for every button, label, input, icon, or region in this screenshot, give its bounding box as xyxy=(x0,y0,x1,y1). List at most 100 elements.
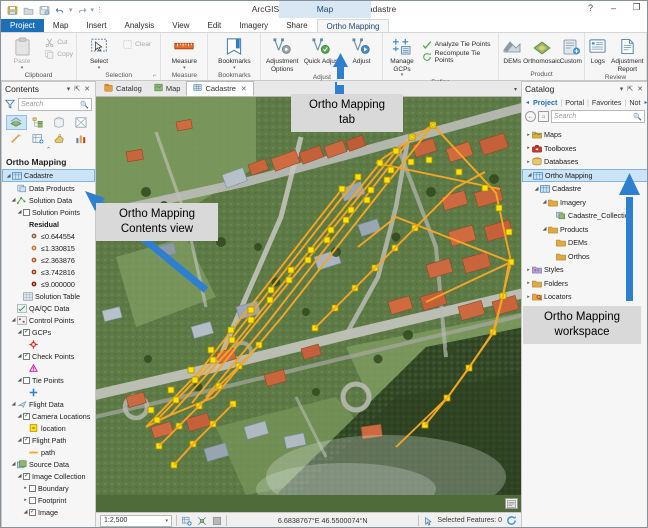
contents-node-gcps[interactable]: ◢ ✓ GCPs xyxy=(2,326,95,338)
catalog-node-dems[interactable]: DEMs xyxy=(522,236,647,250)
contents-node-3-742816[interactable]: ≤3.742816 xyxy=(2,266,95,278)
contents-node-solution-table[interactable]: Solution Table xyxy=(2,290,95,302)
contents-pane-pin-icon[interactable]: ⇱ xyxy=(72,85,82,93)
expand-arrow-icon[interactable]: ▸ xyxy=(22,485,29,491)
catalog-node-maps[interactable]: ▸ Maps xyxy=(522,128,647,142)
map-scale-selector[interactable]: 1:2,500 ▾ xyxy=(100,514,172,527)
manage-gcps-button[interactable]: Manage GCPs ▾ xyxy=(384,35,419,78)
view-tab-catalog[interactable]: Catalog xyxy=(98,81,148,96)
filter-icon[interactable] xyxy=(4,99,16,111)
contents-node-symbol[interactable] xyxy=(2,362,95,374)
copy-button[interactable]: Copy xyxy=(44,49,73,60)
adjust-button[interactable]: Adjust xyxy=(342,35,382,66)
restore-button[interactable]: ❐ xyxy=(630,2,643,13)
undo-icon[interactable] xyxy=(53,3,67,17)
expand-arrow-icon[interactable]: ◢ xyxy=(541,226,548,232)
search-icon[interactable]: 🔍 xyxy=(633,113,642,121)
dems-button[interactable]: DEMs xyxy=(500,35,525,66)
contents-node-image[interactable]: ◢ ✓ Image xyxy=(2,506,95,518)
map-canvas[interactable] xyxy=(96,97,521,512)
quick-adjust-button[interactable]: Quick Adjust xyxy=(302,35,342,66)
chevron-down-icon[interactable]: ▾ xyxy=(165,518,168,524)
list-by-data-source-icon[interactable] xyxy=(28,115,49,130)
catalog-node-folders[interactable]: ▸ Folders xyxy=(522,277,647,291)
save-project-icon[interactable] xyxy=(5,3,19,17)
catalog-tabs-scroll-right-icon[interactable]: ▸ xyxy=(644,99,647,106)
ribbon-tab-share[interactable]: Share xyxy=(277,19,316,32)
contents-toolbar-collapse-icon[interactable]: ⌃ xyxy=(2,147,95,155)
expand-arrow-icon[interactable]: ◢ xyxy=(10,317,17,323)
expand-arrow-icon[interactable]: ▸ xyxy=(525,267,532,273)
contents-node-camera-locations[interactable]: ◢ ✓ Camera Locations xyxy=(2,410,95,422)
contents-node-flight-data[interactable]: ◢ Flight Data xyxy=(2,398,95,410)
catalog-node-cadastre[interactable]: ◢ Cadastre xyxy=(522,182,647,196)
help-button[interactable]: ? xyxy=(584,3,597,13)
layer-visibility-checkbox[interactable]: ✓ xyxy=(23,412,30,420)
expand-arrow-icon[interactable]: ◢ xyxy=(526,172,533,178)
add-scale-icon[interactable] xyxy=(181,515,192,526)
layer-visibility-checkbox[interactable]: ✓ xyxy=(23,352,30,360)
list-by-diagram-icon[interactable] xyxy=(49,131,70,146)
expand-arrow-icon[interactable]: ▸ xyxy=(525,280,532,286)
ribbon-tab-edit[interactable]: Edit xyxy=(198,19,230,32)
list-by-editing-icon[interactable] xyxy=(71,115,92,130)
expand-arrow-icon[interactable]: ◢ xyxy=(16,437,23,443)
ribbon-tab-map[interactable]: Map xyxy=(44,19,78,32)
contents-node-0-644554[interactable]: ≤0.644554 xyxy=(2,230,95,242)
save-as-icon[interactable] xyxy=(37,3,51,17)
orthomosaic-button[interactable]: Orthomosaic xyxy=(523,35,560,66)
layer-visibility-checkbox[interactable] xyxy=(23,376,30,384)
redo-dropdown-icon[interactable]: ▾ xyxy=(91,6,95,14)
expand-arrow-icon[interactable]: ◢ xyxy=(22,509,29,515)
expand-arrow-icon[interactable]: ◢ xyxy=(16,413,23,419)
expand-arrow-icon[interactable]: ◢ xyxy=(10,461,17,467)
expand-arrow-icon[interactable]: ▸ xyxy=(525,132,532,138)
catalog-tab-favorites[interactable]: Favorites xyxy=(589,98,625,107)
open-project-icon[interactable] xyxy=(21,3,35,17)
catalog-node-toolboxes[interactable]: ▸ Toolboxes xyxy=(522,142,647,156)
catalog-tab-portal[interactable]: Portal xyxy=(562,98,587,107)
expand-arrow-icon[interactable]: ◢ xyxy=(10,401,17,407)
logs-button[interactable]: Logs xyxy=(586,35,610,66)
catalog-tab-notebooks[interactable]: Not xyxy=(626,98,643,107)
layer-visibility-checkbox[interactable]: ✓ xyxy=(23,328,30,336)
refresh-icon[interactable] xyxy=(506,515,517,526)
list-by-snapping-icon[interactable] xyxy=(6,131,27,146)
expand-arrow-icon[interactable]: ◢ xyxy=(16,473,23,479)
catalog-node-ortho-mapping[interactable]: ◢ Ortho Mapping xyxy=(522,168,647,182)
catalog-tab-project[interactable]: Project xyxy=(530,98,560,107)
catalog-node-databases[interactable]: ▸ Databases xyxy=(522,155,647,169)
list-by-charts-icon[interactable] xyxy=(71,131,92,146)
layer-visibility-checkbox[interactable]: ✓ xyxy=(29,508,36,516)
expand-arrow-icon[interactable]: ▸ xyxy=(22,497,29,503)
expand-arrow-icon[interactable]: ◢ xyxy=(5,173,12,179)
contents-pane-close-icon[interactable]: ✕ xyxy=(82,85,92,93)
select-button[interactable]: Select ▾ xyxy=(78,35,120,71)
ribbon-tab-insert[interactable]: Insert xyxy=(77,19,115,32)
contents-node-check-points[interactable]: ◢ ✓ Check Points xyxy=(2,350,95,362)
search-icon[interactable]: 🔍 xyxy=(80,101,89,109)
catalog-node-orthos[interactable]: Orthos xyxy=(522,250,647,264)
custom-product-button[interactable]: Custom xyxy=(559,35,584,66)
list-by-labeling-icon[interactable] xyxy=(28,131,49,146)
contents-node-tie-points[interactable]: ◢ Tie Points xyxy=(2,374,95,386)
catalog-node-imagery[interactable]: ◢ Imagery xyxy=(522,196,647,210)
contents-node-symbol[interactable] xyxy=(2,338,95,350)
catalog-node-products[interactable]: ◢ Products xyxy=(522,223,647,237)
catalog-pane-pin-icon[interactable]: ⇱ xyxy=(625,85,635,93)
contents-node-data-products[interactable]: Data Products xyxy=(2,182,95,194)
recompute-tie-points-button[interactable]: Recompute Tie Points xyxy=(422,50,495,64)
map-notes-icon[interactable] xyxy=(505,498,518,509)
expand-arrow-icon[interactable]: ▸ xyxy=(525,145,532,151)
expand-arrow-icon[interactable]: ◢ xyxy=(16,329,23,335)
expand-arrow-icon[interactable]: ◢ xyxy=(541,199,548,205)
contents-node-image-collection[interactable]: ◢ ✓ Image Collection xyxy=(2,470,95,482)
layer-visibility-checkbox[interactable]: ✓ xyxy=(23,436,30,444)
layer-visibility-checkbox[interactable] xyxy=(23,208,30,216)
contents-node-9-000000[interactable]: ≤9.000000 xyxy=(2,278,95,290)
catalog-node-styles[interactable]: ▸ Styles xyxy=(522,263,647,277)
expand-arrow-icon[interactable]: ▸ xyxy=(525,159,532,165)
list-by-drawing-order-icon[interactable] xyxy=(6,115,27,130)
bookmarks-button[interactable]: Bookmarks ▾ xyxy=(209,35,259,71)
contents-node-footprint[interactable]: ▸ Footprint xyxy=(2,494,95,506)
